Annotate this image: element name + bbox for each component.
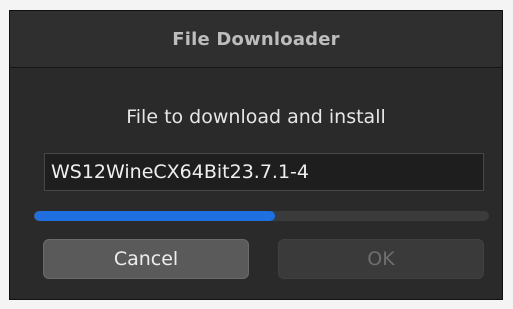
download-progress-fill xyxy=(34,211,276,221)
cancel-button-label: Cancel xyxy=(113,248,179,270)
cancel-button[interactable]: Cancel xyxy=(43,239,249,279)
download-progress-bar xyxy=(34,211,489,221)
download-prompt: File to download and install xyxy=(126,106,386,128)
title-bar[interactable]: File Downloader xyxy=(10,11,502,68)
ok-button[interactable]: OK xyxy=(278,239,484,279)
filename-value: WS12WineCX64Bit23.7.1-4 xyxy=(51,161,310,183)
file-downloader-window: File Downloader File to download and ins… xyxy=(9,10,503,300)
ok-button-label: OK xyxy=(367,248,395,270)
filename-field: WS12WineCX64Bit23.7.1-4 xyxy=(44,153,484,191)
window-title: File Downloader xyxy=(172,28,340,50)
